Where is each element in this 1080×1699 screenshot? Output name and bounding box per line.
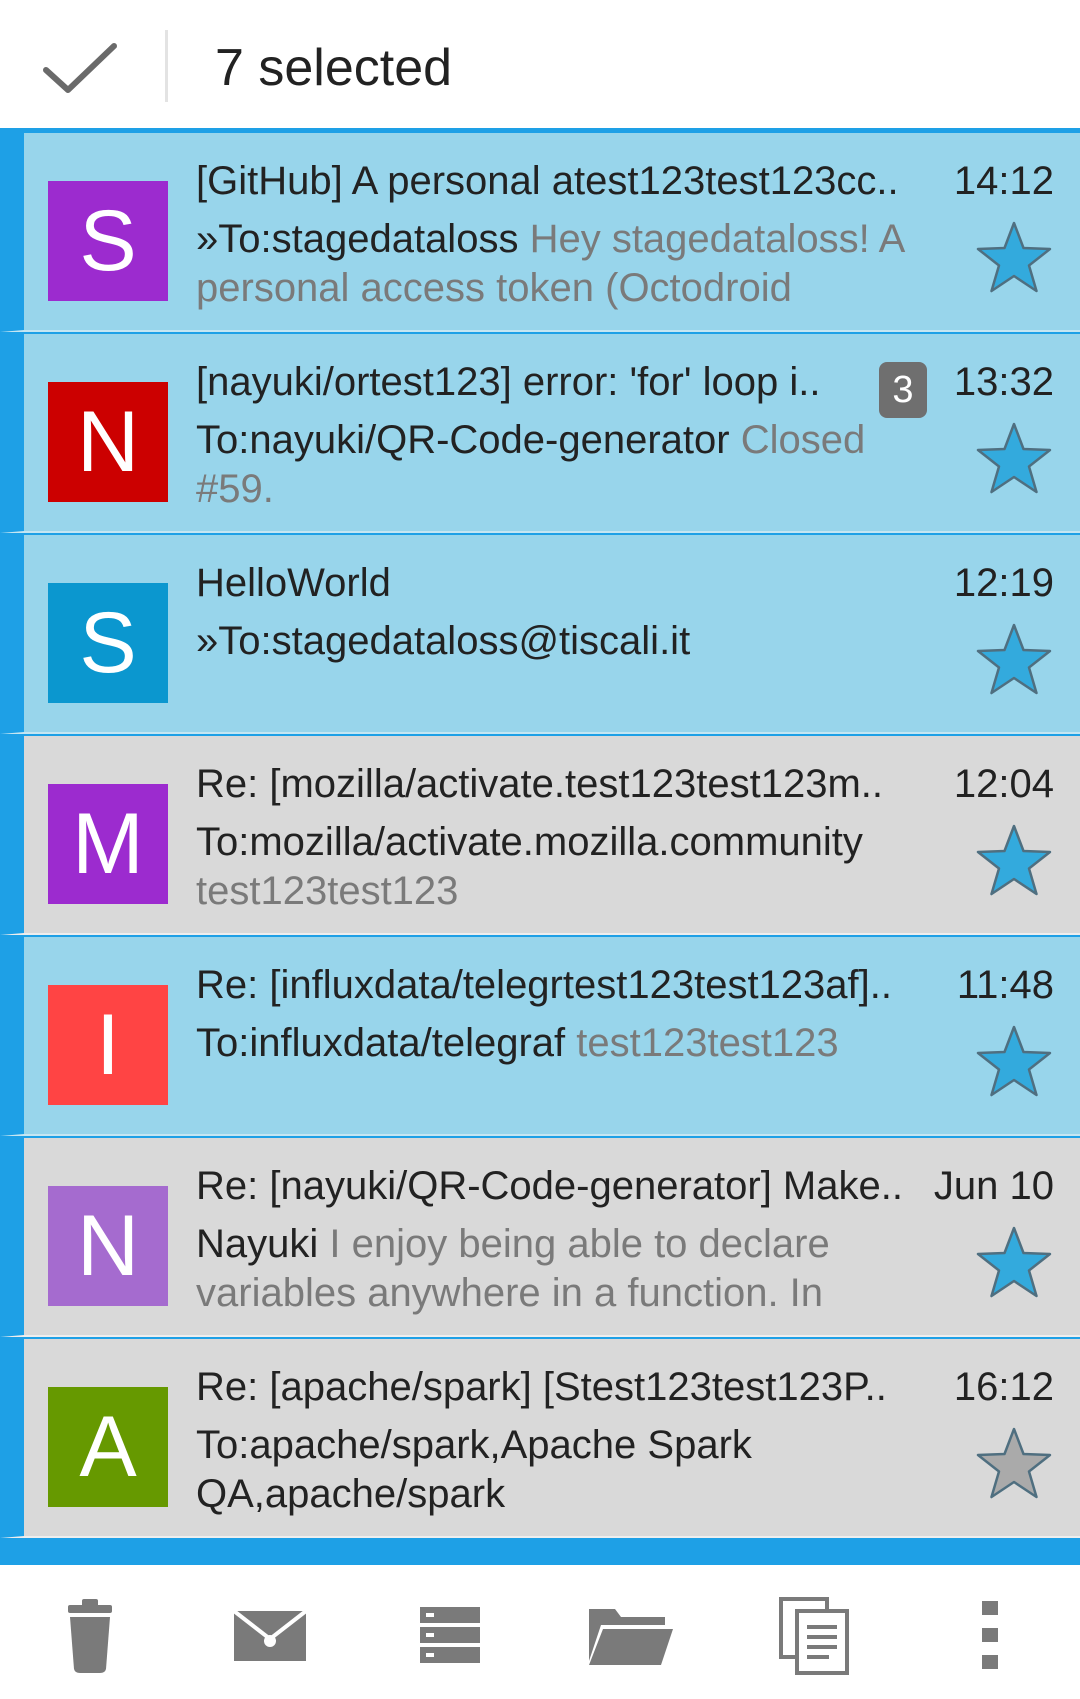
message-sender: »To:stagedataloss@tiscali.it: [196, 619, 691, 663]
message-row[interactable]: S [GitHub] A personal atest123test123cc..…: [0, 133, 1080, 332]
message-row[interactable]: N Re: [nayuki/QR-Code-generator] Make.. Ju…: [0, 1138, 1080, 1337]
message-snippet: To:influxdata/telegraf test123test123: [196, 1019, 916, 1068]
message-row[interactable]: A Re: [apache/spark] [Stest123test123P.. 1…: [0, 1339, 1080, 1538]
sender-avatar[interactable]: M: [48, 784, 168, 904]
message-preview: test123test123: [565, 1021, 839, 1065]
message-time: Jun 10: [933, 1164, 1054, 1208]
message-time: 11:48: [956, 963, 1054, 1007]
move-to-folder-icon[interactable]: [585, 1595, 675, 1675]
selection-count-title: 7 selected: [215, 39, 453, 97]
message-sender: To:mozilla/activate.mozilla.community: [196, 820, 863, 864]
message-list: S [GitHub] A personal atest123test123cc..…: [0, 133, 1080, 1560]
star-empty-icon[interactable]: [974, 1425, 1054, 1501]
message-snippet: »To:stagedataloss@tiscali.it: [196, 617, 916, 666]
more-overflow-icon[interactable]: [955, 1595, 1025, 1675]
message-snippet: »To:stagedataloss Hey stagedataloss! A p…: [196, 215, 916, 313]
message-time: 14:12: [953, 159, 1054, 203]
message-subject: Re: [nayuki/QR-Code-generator] Make..: [196, 1164, 903, 1208]
bottom-action-bar: [0, 1560, 1080, 1699]
message-row[interactable]: I Re: [influxdata/telegrtest123test123af]…: [0, 937, 1080, 1136]
delete-icon[interactable]: [50, 1595, 130, 1675]
message-sender: To:influxdata/telegraf: [196, 1021, 566, 1065]
message-row[interactable]: M Re: [mozilla/activate.test123test123m..…: [0, 736, 1080, 935]
message-subject: Re: [mozilla/activate.test123test123m..: [196, 762, 883, 806]
star-filled-icon[interactable]: [974, 621, 1054, 697]
message-sender: »To:stagedataloss: [196, 217, 519, 261]
message-snippet: Nayuki I enjoy being able to declare var…: [196, 1220, 916, 1318]
message-subject: Re: [apache/spark] [Stest123test123P..: [196, 1365, 887, 1409]
star-filled-icon[interactable]: [974, 420, 1054, 496]
sender-avatar[interactable]: N: [48, 382, 168, 502]
sender-avatar[interactable]: A: [48, 1387, 168, 1507]
star-filled-icon[interactable]: [974, 219, 1054, 295]
copy-icon[interactable]: [775, 1595, 855, 1675]
sender-avatar[interactable]: S: [48, 181, 168, 301]
star-filled-icon[interactable]: [974, 1023, 1054, 1099]
message-row[interactable]: N [nayuki/ortest123] error: 'for' loop i.…: [0, 334, 1080, 533]
sender-avatar[interactable]: I: [48, 985, 168, 1105]
message-subject: [nayuki/ortest123] error: 'for' loop i..: [196, 360, 821, 404]
message-time: 12:19: [953, 561, 1054, 605]
message-snippet: To:nayuki/QR-Code-generator Closed #59.: [196, 416, 916, 514]
message-snippet: To:mozilla/activate.mozilla.community te…: [196, 818, 916, 916]
thread-count-badge: 3: [879, 362, 927, 418]
message-sender: Nayuki: [196, 1222, 319, 1266]
message-time: 12:04: [953, 762, 1054, 806]
message-subject: Re: [influxdata/telegrtest123test123af].…: [196, 963, 892, 1007]
message-snippet: To:apache/spark,Apache Spark QA,apache/s…: [196, 1421, 916, 1519]
message-preview: test123test123: [196, 869, 459, 913]
message-subject: [GitHub] A personal atest123test123cc..: [196, 159, 899, 203]
message-sender: To:apache/spark,Apache Spark QA,apache/s…: [196, 1423, 752, 1516]
star-filled-icon[interactable]: [974, 822, 1054, 898]
star-filled-icon[interactable]: [974, 1224, 1054, 1300]
message-time: 16:12: [953, 1365, 1054, 1409]
action-bar-divider: [165, 30, 168, 102]
message-subject: HelloWorld: [196, 561, 391, 605]
archive-icon[interactable]: [410, 1595, 490, 1675]
action-bar: 7 selected: [0, 0, 1080, 133]
mark-read-icon[interactable]: [230, 1595, 310, 1675]
sender-avatar[interactable]: S: [48, 583, 168, 703]
message-row[interactable]: S HelloWorld 12:19 »To:stagedataloss@tiscal…: [0, 535, 1080, 734]
message-time: 13:32: [953, 360, 1054, 404]
done-check-icon[interactable]: [40, 38, 120, 98]
message-sender: To:nayuki/QR-Code-generator: [196, 418, 730, 462]
sender-avatar[interactable]: N: [48, 1186, 168, 1306]
